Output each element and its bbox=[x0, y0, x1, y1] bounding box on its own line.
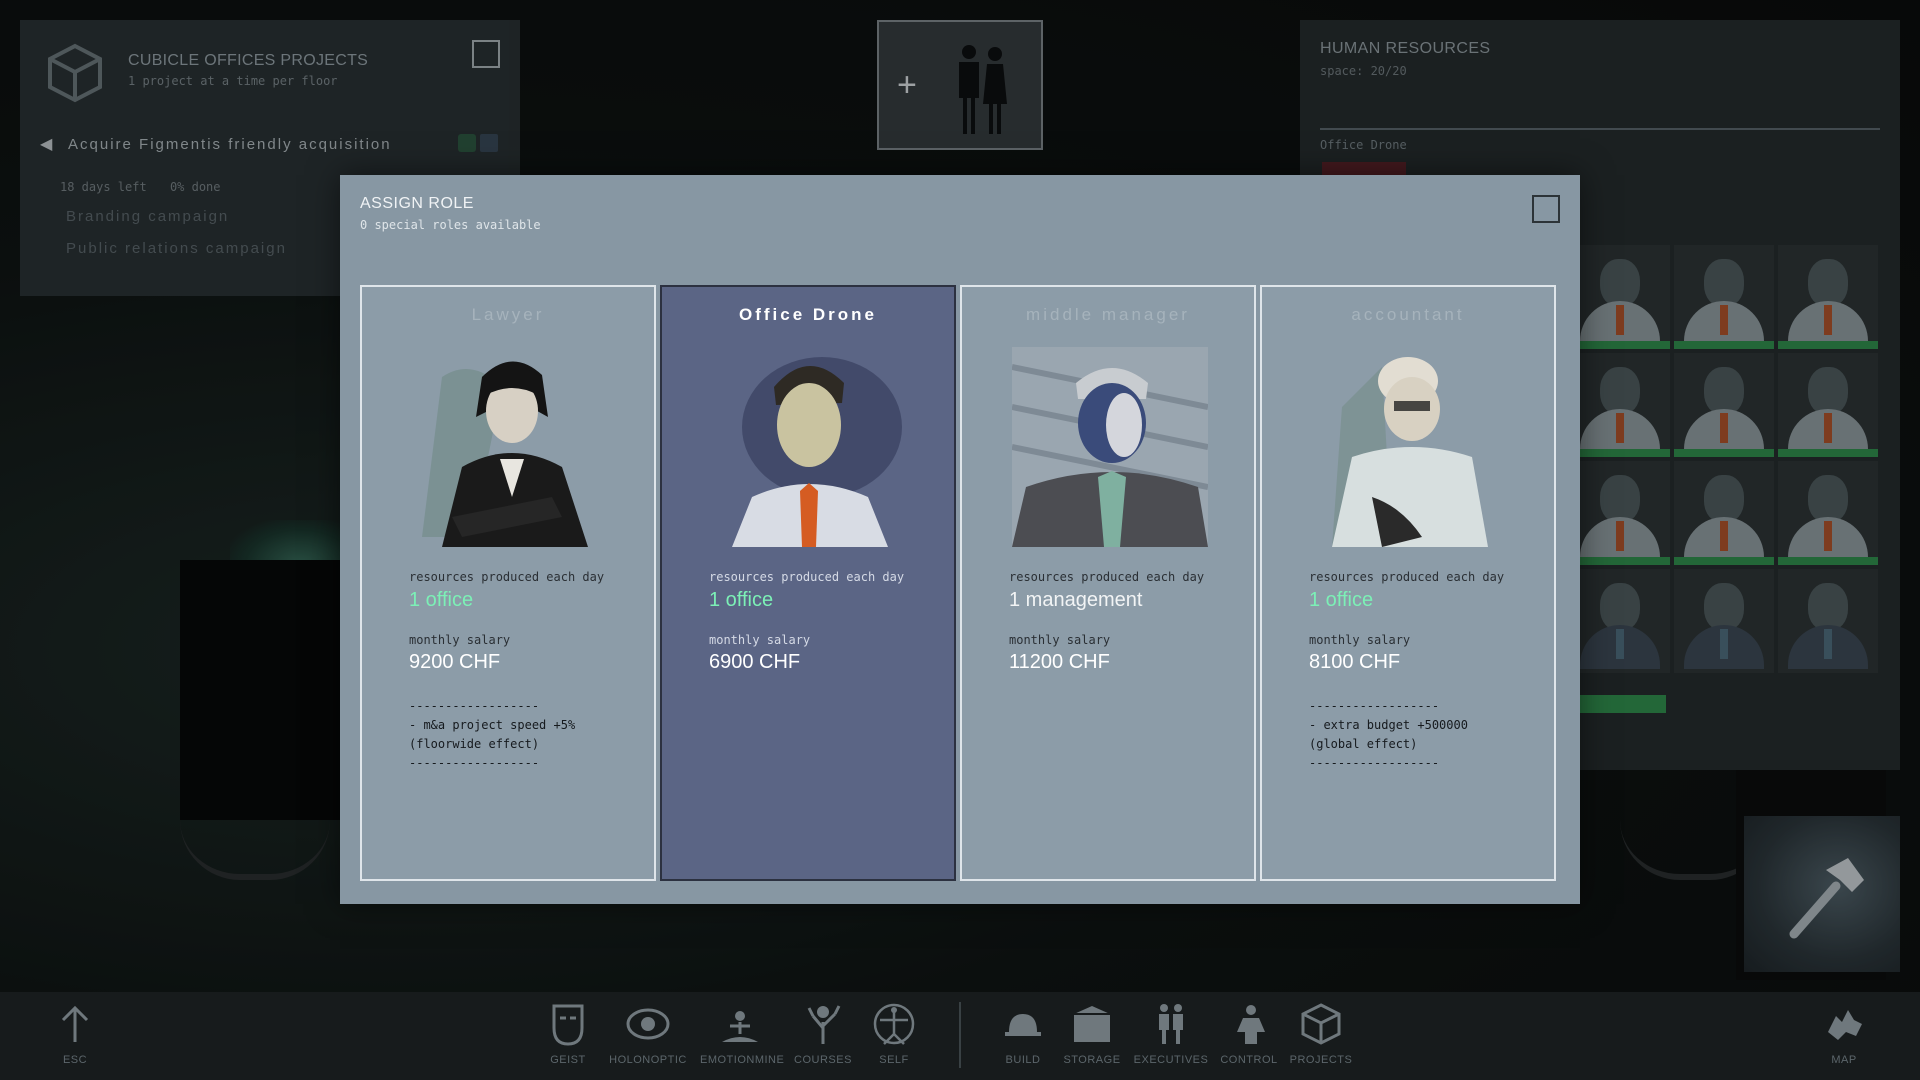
salary-label: monthly salary bbox=[1009, 633, 1111, 647]
modal-title: ASSIGN ROLE bbox=[360, 195, 474, 212]
tree-icon bbox=[807, 1005, 841, 1044]
vitruvian-icon bbox=[873, 1003, 915, 1045]
role-card-lawyer[interactable]: Lawyer resources produced each day 1 off… bbox=[360, 285, 656, 881]
mining-figure-icon bbox=[722, 1011, 758, 1042]
control-button[interactable]: CONTROL bbox=[1209, 1002, 1289, 1066]
resources-label: resources produced each day bbox=[709, 570, 905, 584]
map-button[interactable]: MAP bbox=[1804, 1002, 1884, 1066]
toolbar-label: COURSES bbox=[794, 1054, 852, 1066]
resources-value: 1 office bbox=[709, 589, 774, 611]
salary-value: 8100 CHF bbox=[1309, 651, 1401, 673]
executives-icon bbox=[1159, 1004, 1183, 1044]
resources-label: resources produced each day bbox=[1009, 570, 1205, 584]
control-figure-icon bbox=[1237, 1005, 1265, 1044]
mask-icon bbox=[552, 1004, 584, 1046]
role-cards: Lawyer resources produced each day 1 off… bbox=[360, 285, 1556, 881]
modal-close-button[interactable] bbox=[1532, 195, 1560, 223]
effect-line: - extra budget +500000 bbox=[1309, 718, 1468, 732]
bottom-toolbar: ESC GEIST HOLONOPTIC EMOTIONMINE COURSES bbox=[0, 992, 1920, 1080]
role-card-middle-manager[interactable]: middle manager resources produced each d… bbox=[960, 285, 1256, 881]
projects-button[interactable]: PROJECTS bbox=[1281, 1002, 1361, 1066]
role-effect: ------------------ - extra budget +50000… bbox=[1309, 697, 1468, 773]
emotionmine-button[interactable]: EMOTIONMINE bbox=[700, 1002, 785, 1066]
salary-label: monthly salary bbox=[709, 633, 811, 647]
toolbar-label: GEIST bbox=[550, 1054, 586, 1066]
toolbar-divider bbox=[959, 1002, 961, 1068]
salary-label: monthly salary bbox=[409, 633, 511, 647]
resources-value: 1 office bbox=[1309, 589, 1374, 611]
effect-scope: (global effect) bbox=[1309, 737, 1418, 751]
accountant-portrait bbox=[1312, 347, 1508, 547]
storage-button[interactable]: STORAGE bbox=[1052, 1002, 1132, 1066]
middle-manager-portrait bbox=[1012, 347, 1208, 547]
role-effect: ------------------ - m&a project speed +… bbox=[409, 697, 575, 773]
courses-button[interactable]: COURSES bbox=[783, 1002, 863, 1066]
hardhat-icon bbox=[1005, 1014, 1041, 1036]
lawyer-portrait bbox=[412, 347, 608, 547]
box-icon bbox=[1074, 1006, 1110, 1042]
executives-button[interactable]: EXECUTIVES bbox=[1131, 1002, 1211, 1066]
holonoptic-button[interactable]: HOLONOPTIC bbox=[608, 1002, 688, 1066]
salary-value: 6900 CHF bbox=[709, 651, 801, 673]
separator: ------------------ bbox=[409, 756, 540, 770]
role-card-office-drone[interactable]: Office Drone resources produced each day… bbox=[660, 285, 956, 881]
toolbar-label: BUILD bbox=[1005, 1054, 1041, 1066]
eye-icon bbox=[626, 1008, 670, 1040]
map-icon bbox=[1828, 1010, 1862, 1040]
toolbar-label: EXECUTIVES bbox=[1133, 1054, 1209, 1066]
role-title: accountant bbox=[1351, 305, 1465, 324]
toolbar-label: PROJECTS bbox=[1289, 1054, 1353, 1066]
role-card-accountant[interactable]: accountant resources produced each day 1… bbox=[1260, 285, 1556, 881]
build-button[interactable]: BUILD bbox=[983, 1002, 1063, 1066]
separator: ------------------ bbox=[1309, 756, 1440, 770]
salary-value: 11200 CHF bbox=[1009, 651, 1110, 673]
toolbar-label: STORAGE bbox=[1063, 1054, 1121, 1066]
modal-subtitle: 0 special roles available bbox=[360, 218, 541, 232]
arrow-up-icon bbox=[61, 1005, 89, 1042]
toolbar-label: HOLONOPTIC bbox=[609, 1054, 687, 1066]
toolbar-label: EMOTIONMINE bbox=[700, 1054, 785, 1066]
toolbar-label: CONTROL bbox=[1220, 1054, 1278, 1066]
geist-button[interactable]: GEIST bbox=[528, 1002, 608, 1066]
role-title: Lawyer bbox=[471, 305, 545, 324]
esc-button[interactable]: ESC bbox=[35, 1002, 115, 1066]
effect-line: - m&a project speed +5% bbox=[409, 718, 576, 732]
resources-label: resources produced each day bbox=[1309, 570, 1505, 584]
self-button[interactable]: SELF bbox=[854, 1002, 934, 1066]
salary-value: 9200 CHF bbox=[409, 651, 501, 673]
office-drone-portrait bbox=[712, 347, 908, 547]
assign-role-modal: ASSIGN ROLE 0 special roles available La… bbox=[340, 175, 1580, 904]
role-title: Office Drone bbox=[738, 305, 878, 324]
resources-value: 1 office bbox=[409, 589, 474, 611]
toolbar-label: MAP bbox=[1831, 1054, 1857, 1066]
resources-value: 1 management bbox=[1009, 589, 1143, 611]
salary-label: monthly salary bbox=[1309, 633, 1411, 647]
toolbar-label: SELF bbox=[879, 1054, 909, 1066]
cube-icon bbox=[1301, 1003, 1341, 1045]
separator: ------------------ bbox=[409, 699, 540, 713]
toolbar-label: ESC bbox=[62, 1054, 88, 1066]
role-title: middle manager bbox=[1026, 305, 1190, 324]
resources-label: resources produced each day bbox=[409, 570, 605, 584]
separator: ------------------ bbox=[1309, 699, 1440, 713]
effect-scope: (floorwide effect) bbox=[409, 737, 540, 751]
